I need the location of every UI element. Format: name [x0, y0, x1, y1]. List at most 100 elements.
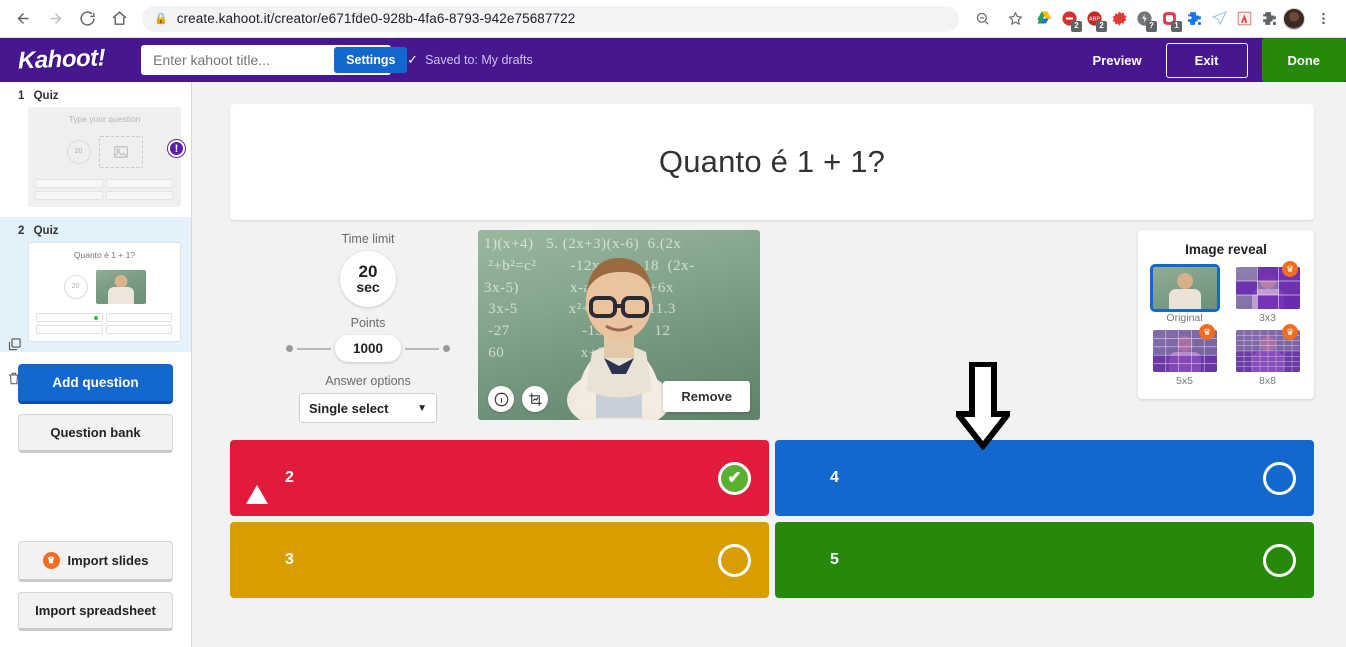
- chrome-menu-icon[interactable]: [1308, 4, 1338, 34]
- honey-extension[interactable]: [1108, 8, 1130, 30]
- answer-correct-toggle-2[interactable]: [1263, 461, 1296, 495]
- reveal-label-3x3: 3x3: [1259, 312, 1276, 324]
- reveal-label-8x8: 8x8: [1259, 375, 1276, 387]
- exit-button[interactable]: Exit: [1165, 42, 1248, 78]
- slider-right-handle[interactable]: [443, 345, 451, 352]
- adblock-plus-extension[interactable]: ABP 2: [1083, 8, 1107, 32]
- answer-slot: [105, 191, 173, 200]
- info-icon[interactable]: [488, 386, 514, 412]
- adblock-extension[interactable]: 2: [1058, 8, 1082, 32]
- slide-1-answer-slots: [35, 179, 174, 200]
- home-icon[interactable]: [104, 4, 134, 34]
- address-bar[interactable]: 🔒 create.kahoot.it/creator/e671fde0-928b…: [142, 5, 959, 32]
- bookmark-star-icon[interactable]: [1000, 4, 1030, 34]
- zoom-out-icon[interactable]: [967, 4, 997, 34]
- slide-2-type: Quiz: [33, 225, 59, 237]
- question-input-box[interactable]: Quanto é 1 + 1?: [230, 104, 1314, 220]
- answer-tile-1[interactable]: 2 ✔: [230, 440, 769, 516]
- crown-premium-icon: ♛: [1282, 261, 1298, 277]
- answer-options-select[interactable]: Single select ▼: [299, 393, 437, 423]
- preview-button[interactable]: Preview: [1083, 45, 1152, 76]
- answer-text-1[interactable]: 2: [285, 469, 718, 487]
- circle-icon: [246, 550, 267, 571]
- answer-correct-toggle-4[interactable]: [1263, 543, 1296, 577]
- answer-options-label: Answer options: [325, 374, 411, 388]
- user-agent-extension[interactable]: ?: [1133, 8, 1157, 32]
- image-placeholder-icon: [98, 135, 143, 168]
- loom-extension[interactable]: 1: [1158, 8, 1182, 32]
- points-slider[interactable]: 1000: [285, 335, 451, 362]
- answer-tile-3[interactable]: 3: [230, 522, 769, 598]
- import-slides-button[interactable]: ♛ Import slides: [18, 541, 173, 582]
- slider-left-handle[interactable]: [285, 345, 293, 352]
- answer-tile-4[interactable]: 5: [775, 522, 1314, 598]
- answer-tile-2[interactable]: 4: [775, 440, 1314, 516]
- slide-2-timer-badge: 20: [63, 274, 88, 299]
- question-image[interactable]: 1)(x+4) 5. (2x+3)(x-6) 6.(2x ²+b²=c² -12…: [478, 230, 760, 420]
- back-arrow-icon[interactable]: [8, 4, 38, 34]
- forward-arrow-icon[interactable]: [40, 4, 70, 34]
- time-limit-value: 20: [358, 262, 378, 281]
- slide-1-warning-badge[interactable]: !: [168, 140, 185, 157]
- kahoot-logo[interactable]: Kahoot!: [14, 44, 106, 75]
- answer-text-3[interactable]: 3: [285, 551, 718, 569]
- slide-2-image-thumbnail: [95, 269, 146, 304]
- time-limit-selector[interactable]: 20 sec: [340, 251, 396, 307]
- answer-slot: [36, 313, 103, 322]
- reveal-option-3x3[interactable]: ♛ 3x3: [1231, 261, 1304, 324]
- reveal-option-5x5[interactable]: ♛ 5x5: [1148, 324, 1221, 387]
- url-text: create.kahoot.it/creator/e671fde0-928b-4…: [176, 11, 576, 26]
- question-bank-button[interactable]: Question bank: [18, 414, 173, 453]
- trash-icon[interactable]: [7, 371, 22, 391]
- points-value[interactable]: 1000: [334, 335, 402, 362]
- slide-1-type: Quiz: [33, 90, 59, 102]
- image-reveal-panel: Image reveal Original ♛ 3x3 ♛ 5x5 ♛ 8x8: [1138, 230, 1314, 399]
- answer-text-2[interactable]: 4: [830, 469, 1263, 487]
- image-reveal-options: Original ♛ 3x3 ♛ 5x5 ♛ 8x8: [1148, 261, 1304, 387]
- extension-badge: 1: [1171, 20, 1182, 32]
- extensions-puzzle-icon[interactable]: [1258, 8, 1280, 30]
- profile-avatar[interactable]: [1283, 7, 1305, 30]
- import-spreadsheet-button[interactable]: Import spreadsheet: [18, 592, 173, 631]
- reveal-option-8x8[interactable]: ♛ 8x8: [1231, 324, 1304, 387]
- reveal-thumb-original[interactable]: [1149, 264, 1220, 312]
- lock-icon: 🔒: [154, 13, 168, 25]
- question-settings-column: Time limit 20 sec Points 1000 Answer opt…: [258, 230, 478, 426]
- question-text[interactable]: Quanto é 1 + 1?: [659, 144, 885, 180]
- adobe-acrobat-extension[interactable]: [1233, 8, 1255, 30]
- paper-plane-extension[interactable]: [1208, 8, 1230, 30]
- add-question-button[interactable]: Add question: [18, 364, 173, 404]
- kahoot-header: Kahoot! Settings ✓ Saved to: My drafts P…: [0, 38, 1346, 82]
- google-drive-extension[interactable]: [1033, 8, 1055, 30]
- reveal-option-original[interactable]: Original: [1148, 264, 1221, 324]
- kahoot-title-input[interactable]: [153, 52, 335, 68]
- chevron-down-icon: ▼: [417, 402, 427, 414]
- slide-item-1[interactable]: 1 Quiz Type your question 20 !: [0, 82, 191, 217]
- time-limit-unit: sec: [356, 279, 380, 295]
- slide-1-preview[interactable]: Type your question 20: [28, 107, 181, 207]
- slide-2-preview[interactable]: Quanto é 1 + 1? 20: [28, 242, 181, 342]
- correct-dot-icon: [93, 315, 98, 320]
- slide-item-2[interactable]: 2 Quiz Quanto é 1 + 1? 20: [0, 217, 191, 385]
- crown-premium-icon: ♛: [1199, 324, 1215, 340]
- triangle-icon: [246, 467, 268, 504]
- extension-badge: 2: [1071, 20, 1082, 32]
- answer-text-4[interactable]: 5: [830, 551, 1263, 569]
- settings-button[interactable]: Settings: [334, 47, 408, 73]
- media-tools: [488, 386, 548, 412]
- reload-icon[interactable]: [72, 4, 102, 34]
- crown-premium-icon: ♛: [42, 552, 60, 569]
- remove-image-button[interactable]: Remove: [663, 381, 750, 412]
- crop-image-icon[interactable]: [522, 386, 548, 412]
- import-spreadsheet-label: Import spreadsheet: [35, 603, 156, 618]
- slide-2-media-row: 20: [36, 264, 173, 309]
- kahoot-title-container: Settings: [141, 45, 408, 75]
- duplicate-slide-icon[interactable]: [7, 337, 22, 357]
- saved-status: ✓ Saved to: My drafts: [407, 52, 533, 68]
- done-button[interactable]: Done: [1261, 38, 1346, 82]
- answer-correct-toggle-1[interactable]: ✔: [718, 461, 751, 495]
- answer-slot: [35, 191, 103, 200]
- answer-correct-toggle-3[interactable]: [718, 543, 751, 577]
- puzzle-blue-extension[interactable]: [1183, 8, 1205, 30]
- slides-sidebar: 1 Quiz Type your question 20 ! 2 Quiz Qu…: [0, 82, 192, 647]
